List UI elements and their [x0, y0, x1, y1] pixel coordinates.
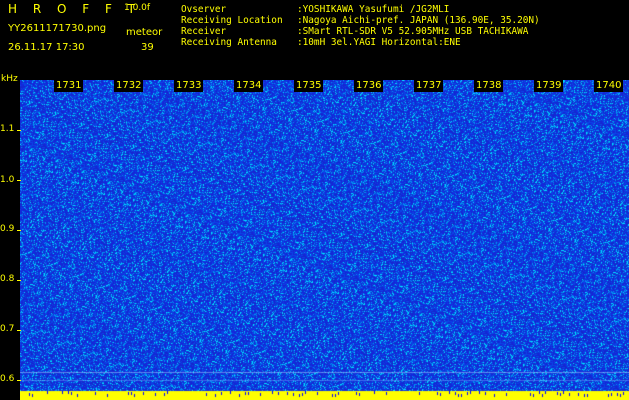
info-value: :10mH 3el.YAGI Horizontal:ENE: [297, 37, 461, 48]
y-tick-mark: [17, 130, 21, 131]
app-title: H R O F F T: [8, 2, 142, 16]
x-tick-label: 1738: [474, 80, 504, 92]
version-label: 1.0.0f: [124, 3, 151, 13]
y-tick-label: 1.1: [0, 124, 15, 134]
info-row-antenna: Receiving Antenna :10mH 3el.YAGI Horizont…: [181, 37, 540, 48]
station-info: Ovserver :YOSHIKAWA Yasufumi /JG2MLI Rece…: [181, 4, 540, 48]
spectrogram-canvas: [20, 80, 629, 400]
filename-label: YY2611171730.png: [8, 23, 107, 34]
info-value: :SMart RTL-SDR V5 52.905MHz USB TACHIKAW…: [297, 26, 529, 37]
y-tick-mark: [17, 280, 21, 281]
meteor-label: meteor: [126, 27, 163, 38]
x-tick-label: 1734: [234, 80, 264, 92]
x-tick-label: 1732: [114, 80, 144, 92]
x-tick-label: 1740: [594, 80, 624, 92]
y-tick-label: 0.7: [0, 324, 15, 334]
y-axis-unit: kHz: [1, 74, 18, 84]
info-value: :Nagoya Aichi-pref. JAPAN (136.90E, 35.2…: [297, 15, 540, 26]
y-tick-mark: [17, 230, 21, 231]
info-key: Receiving Location: [181, 15, 283, 26]
x-tick-label: 1731: [54, 80, 84, 92]
datetime-label: 26.11.17 17:30: [8, 42, 85, 53]
info-key: Receiving Antenna: [181, 37, 277, 48]
info-key: Ovserver: [181, 4, 227, 15]
x-tick-label: 1733: [174, 80, 204, 92]
info-row-location: Receiving Location :Nagoya Aichi-pref. JA…: [181, 15, 540, 26]
info-key: Receiver: [181, 26, 227, 37]
meteor-count: 39: [141, 42, 154, 53]
x-tick-label: 1737: [414, 80, 444, 92]
info-row-observer: Ovserver :YOSHIKAWA Yasufumi /JG2MLI: [181, 4, 540, 15]
y-tick-label: 1.0: [0, 175, 15, 185]
y-tick-mark: [17, 180, 21, 181]
info-value: :YOSHIKAWA Yasufumi /JG2MLI: [297, 4, 450, 15]
y-tick-label: 0.6: [0, 374, 15, 384]
y-tick-mark: [17, 380, 21, 381]
y-tick-label: 0.9: [0, 224, 15, 234]
y-tick-label: 0.8: [0, 274, 15, 284]
x-tick-label: 1736: [354, 80, 384, 92]
x-tick-label: 1739: [534, 80, 564, 92]
x-tick-label: 1735: [294, 80, 324, 92]
y-tick-mark: [17, 330, 21, 331]
info-row-receiver: Receiver :SMart RTL-SDR V5 52.905MHz USB …: [181, 26, 540, 37]
